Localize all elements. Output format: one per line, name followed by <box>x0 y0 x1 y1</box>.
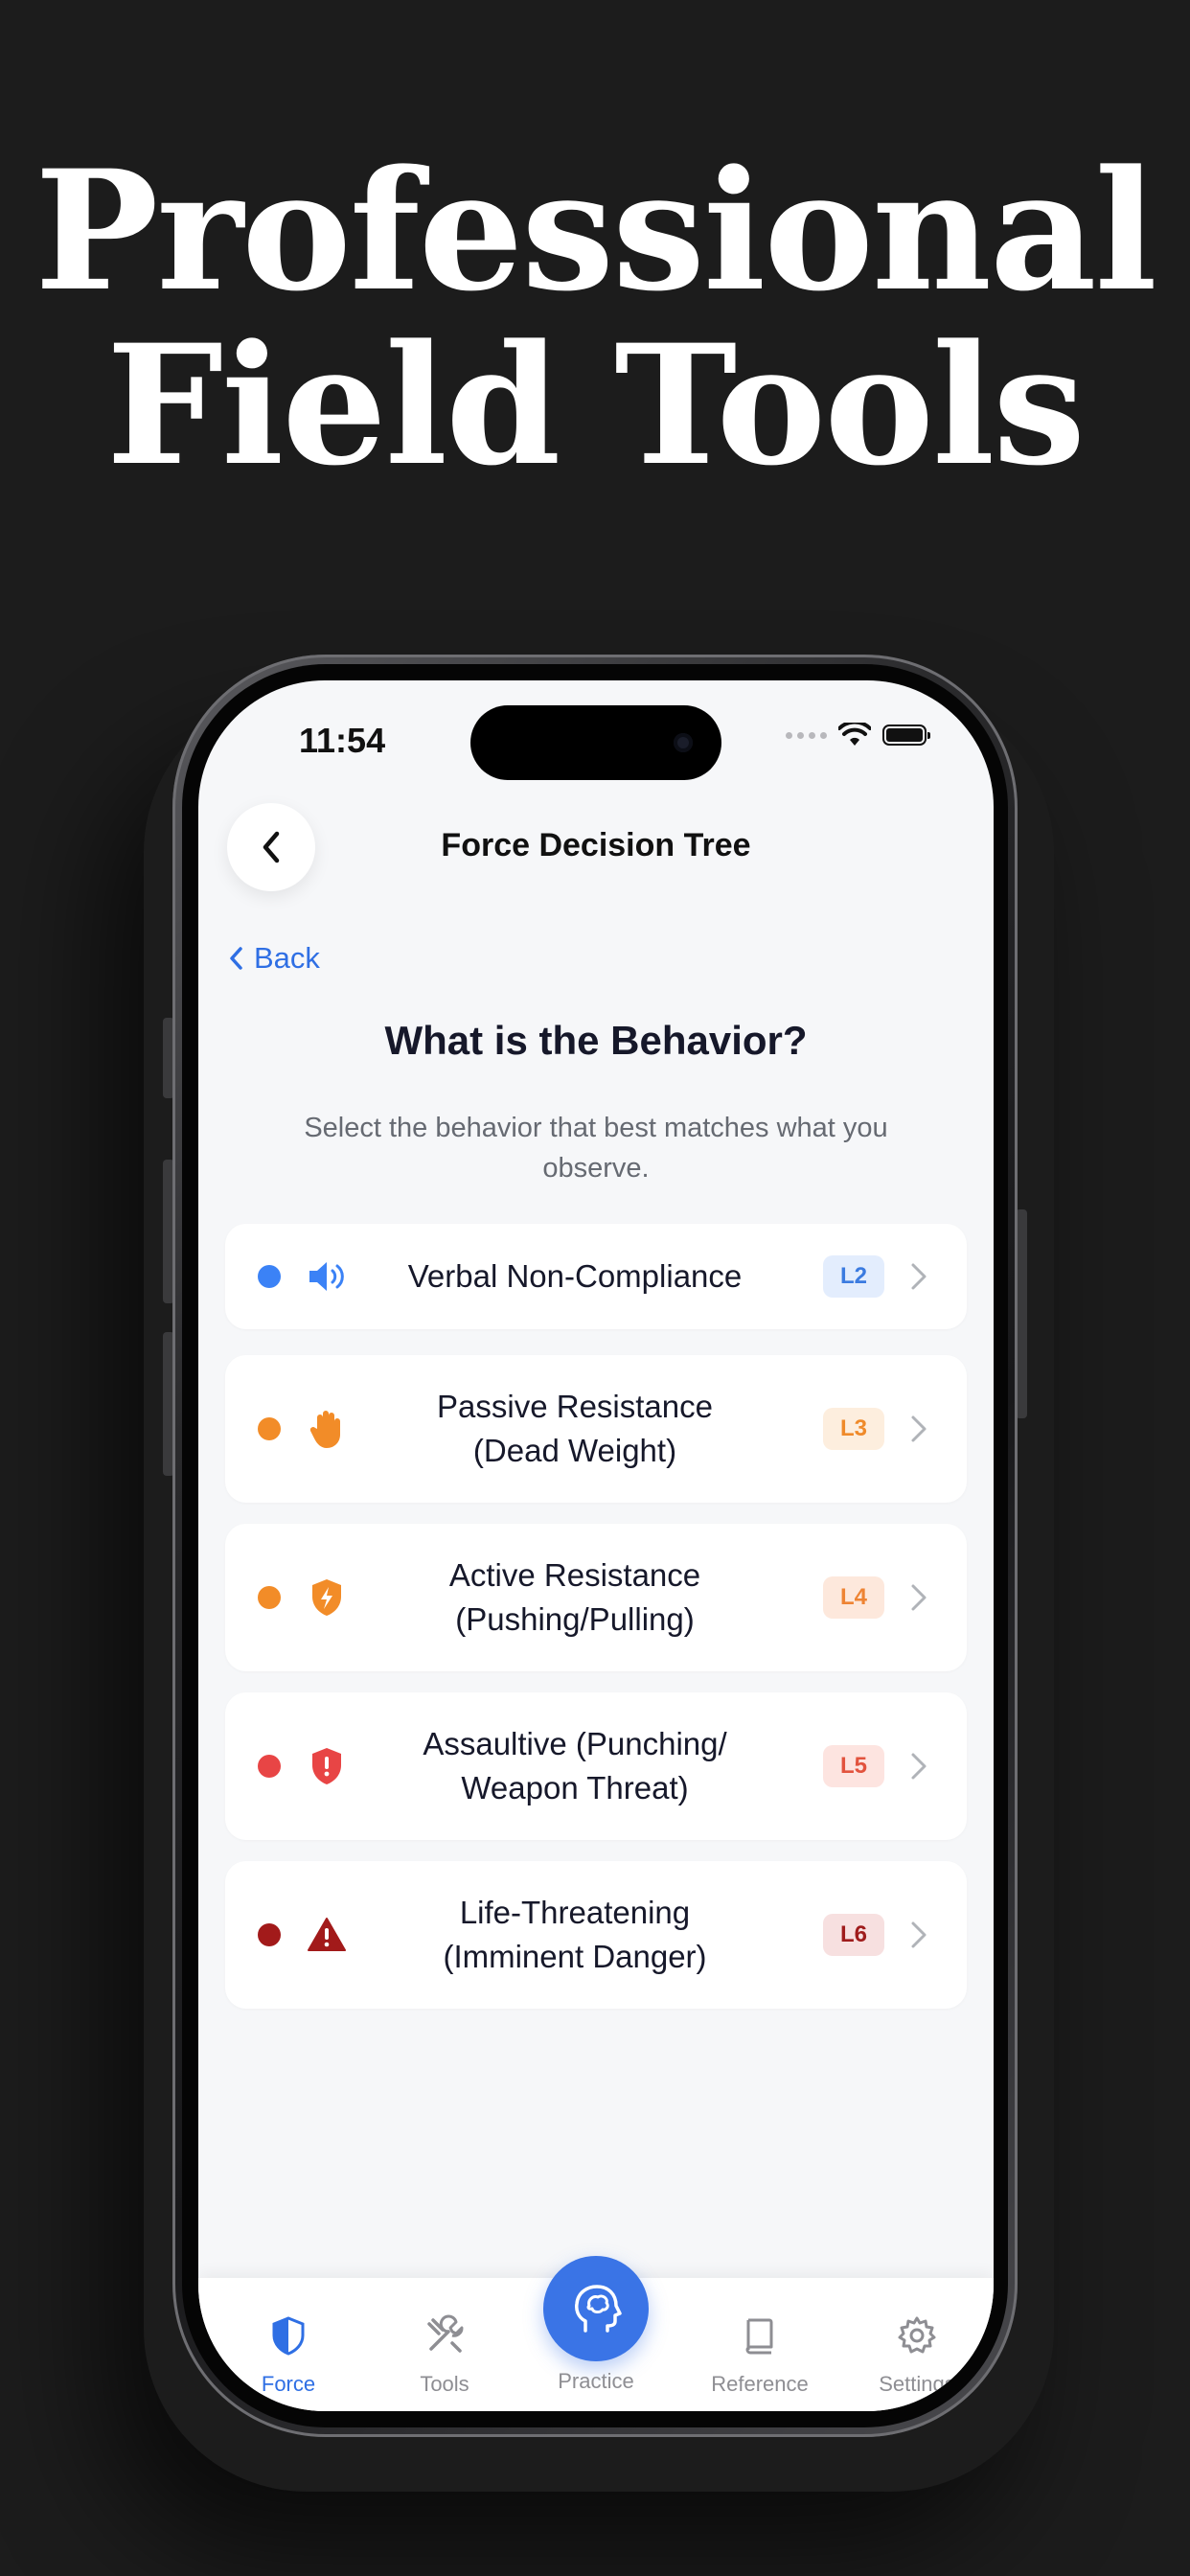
level-badge: L4 <box>823 1576 884 1619</box>
headline-line-2: Field Tools <box>105 308 1086 502</box>
tab-practice[interactable] <box>543 2256 649 2361</box>
speaker-icon <box>306 1255 348 1298</box>
level-dot <box>258 1755 281 1778</box>
question-title: What is the Behavior? <box>384 1018 808 1063</box>
level-dot <box>258 1265 281 1288</box>
chevron-left-icon <box>230 947 242 970</box>
behavior-option-active[interactable]: Active Resistance (Pushing/Pulling) L4 <box>225 1524 967 1671</box>
level-badge: L5 <box>823 1745 884 1787</box>
behavior-label: Active Resistance (Pushing/Pulling) <box>448 1557 701 1637</box>
headline: Professional Field Tools <box>0 144 1190 493</box>
chevron-right-icon <box>911 1921 927 1948</box>
tab-label: Force <box>261 2372 316 2396</box>
tab-label: Reference <box>711 2372 809 2396</box>
behavior-option-verbal[interactable]: Verbal Non-Compliance L2 <box>225 1224 967 1329</box>
nav-title: Force Decision Tree <box>441 827 751 863</box>
level-badge: L3 <box>823 1408 884 1450</box>
chevron-right-icon <box>911 1584 927 1611</box>
book-icon <box>745 2318 773 2355</box>
chevron-right-icon <box>911 1753 927 1780</box>
hand-icon <box>306 1408 348 1450</box>
battery-icon <box>882 724 930 746</box>
shield-icon <box>272 2316 305 2356</box>
behavior-option-assaultive[interactable]: Assaultive (Punching/ Weapon Threat) L5 <box>225 1692 967 1840</box>
brain-head-icon <box>575 2285 622 2333</box>
headline-line-1: Professional <box>34 133 1157 328</box>
level-badge: L2 <box>823 1255 884 1298</box>
status-time: 11:54 <box>299 721 386 760</box>
level-dot <box>258 1586 281 1609</box>
chevron-right-icon <box>911 1415 927 1442</box>
dynamic-island <box>470 705 721 780</box>
behavior-label: Assaultive (Punching/ Weapon Threat) <box>423 1726 727 1806</box>
tab-label: Tools <box>420 2372 469 2396</box>
camera-icon <box>674 733 693 752</box>
level-dot <box>258 1923 281 1946</box>
question-subtitle: Select the behavior that best matches wh… <box>304 1113 888 1184</box>
behavior-label: Passive Resistance (Dead Weight) <box>437 1389 713 1468</box>
status-icons <box>786 723 930 748</box>
back-link-label: Back <box>254 941 320 975</box>
tools-icon <box>427 2314 464 2353</box>
phone-screen: 11:54 Force Decision Tree Back What is t… <box>198 680 994 2411</box>
gear-icon <box>898 2316 936 2354</box>
behavior-option-passive[interactable]: Passive Resistance (Dead Weight) L3 <box>225 1355 967 1503</box>
back-link[interactable]: Back <box>227 941 320 976</box>
level-dot <box>258 1417 281 1440</box>
alert-shield-icon <box>306 1745 348 1787</box>
cellular-signal-icon <box>786 731 827 739</box>
tab-label: Practice <box>558 2369 634 2393</box>
level-badge: L6 <box>823 1914 884 1956</box>
wifi-icon <box>838 723 871 746</box>
behavior-label: Verbal Non-Compliance <box>407 1258 743 1294</box>
warning-triangle-icon <box>306 1914 348 1956</box>
chevron-right-icon <box>911 1263 927 1290</box>
tab-label: Settings <box>879 2372 955 2396</box>
behavior-option-life-threatening[interactable]: Life-Threatening (Imminent Danger) L6 <box>225 1861 967 2009</box>
behavior-label: Life-Threatening (Imminent Danger) <box>443 1895 707 1974</box>
bolt-shield-icon <box>306 1576 348 1619</box>
